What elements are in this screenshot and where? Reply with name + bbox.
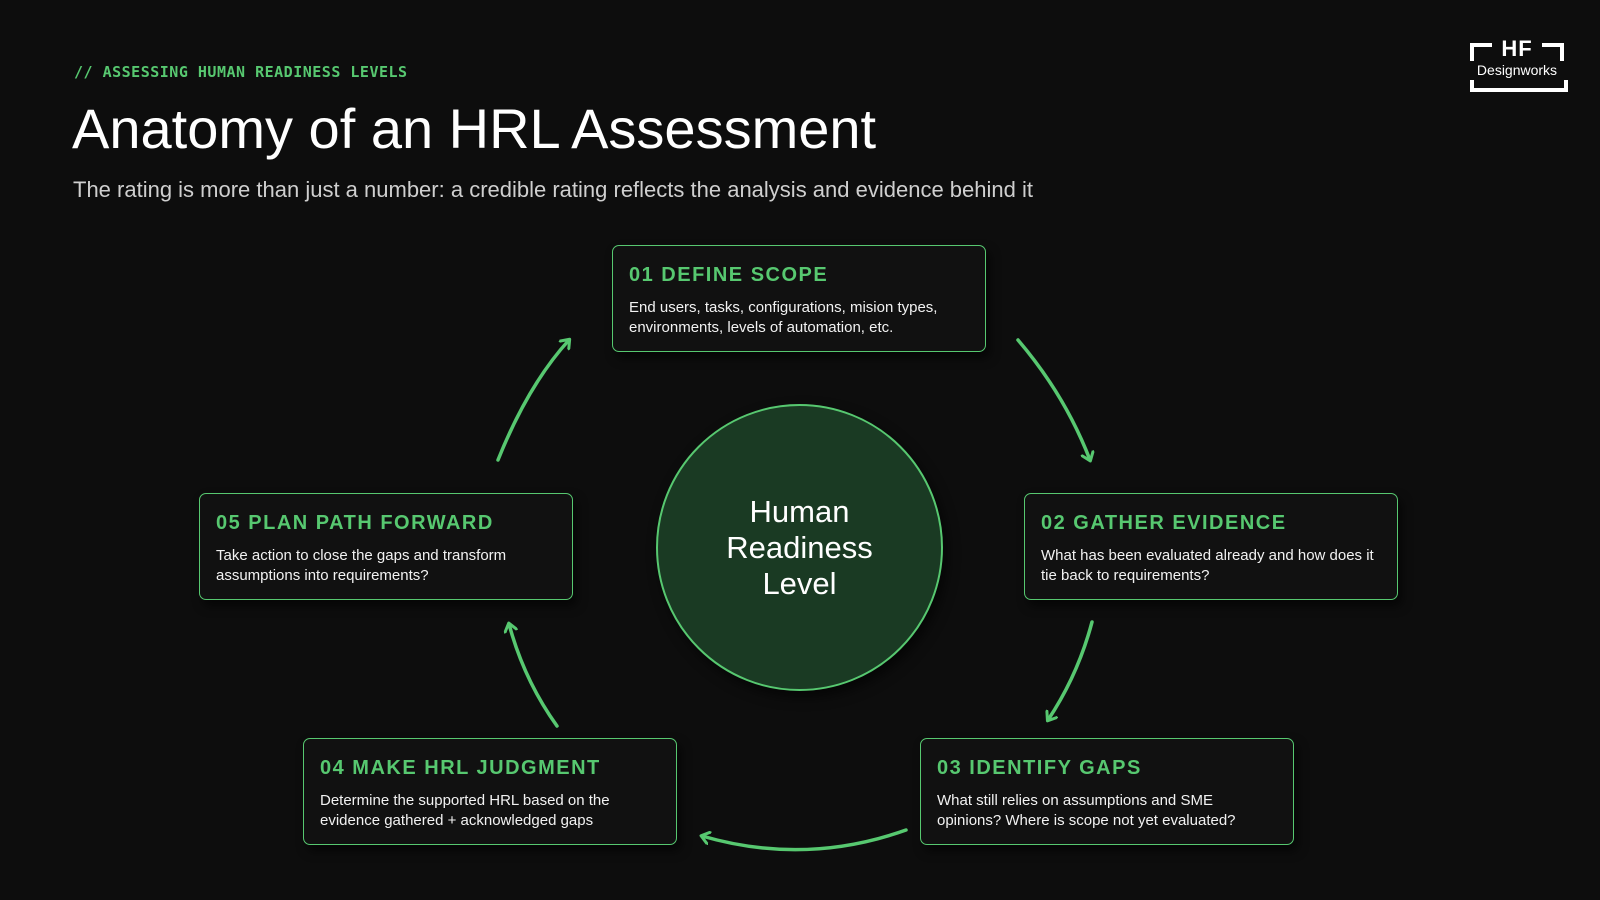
step-description: Take action to close the gaps and transf… <box>216 547 507 584</box>
hrl-cycle-diagram: Human Readiness Level 01 DEFINE SCOPE En… <box>0 0 1600 900</box>
step-identify-gaps: 03 IDENTIFY GAPS What still relies on as… <box>920 738 1294 845</box>
step-define-scope: 01 DEFINE SCOPE End users, tasks, config… <box>612 245 986 352</box>
arrow-02-to-03 <box>1048 620 1094 720</box>
step-description: End users, tasks, configurations, mision… <box>629 299 938 336</box>
step-description: What still relies on assumptions and SME… <box>937 792 1236 829</box>
step-description: Determine the supported HRL based on the… <box>320 792 610 829</box>
hub-circle: Human Readiness Level <box>656 404 943 691</box>
step-gather-evidence: 02 GATHER EVIDENCE What has been evaluat… <box>1024 493 1398 600</box>
step-title: 05 PLAN PATH FORWARD <box>216 512 494 534</box>
arrow-05-to-01 <box>496 340 569 462</box>
step-title: 04 MAKE HRL JUDGMENT <box>320 757 601 779</box>
arrow-04-to-05 <box>509 624 559 728</box>
step-description: What has been evaluated already and how … <box>1041 547 1374 584</box>
hub-label: Human Readiness Level <box>726 493 873 601</box>
step-plan-path-forward: 05 PLAN PATH FORWARD Take action to clos… <box>199 493 573 600</box>
step-title: 03 IDENTIFY GAPS <box>937 757 1142 779</box>
step-title: 02 GATHER EVIDENCE <box>1041 512 1287 534</box>
arrow-03-to-04 <box>702 828 908 852</box>
arrow-01-to-02 <box>1016 338 1090 460</box>
step-make-hrl-judgment: 04 MAKE HRL JUDGMENT Determine the suppo… <box>303 738 677 845</box>
step-title: 01 DEFINE SCOPE <box>629 264 829 286</box>
